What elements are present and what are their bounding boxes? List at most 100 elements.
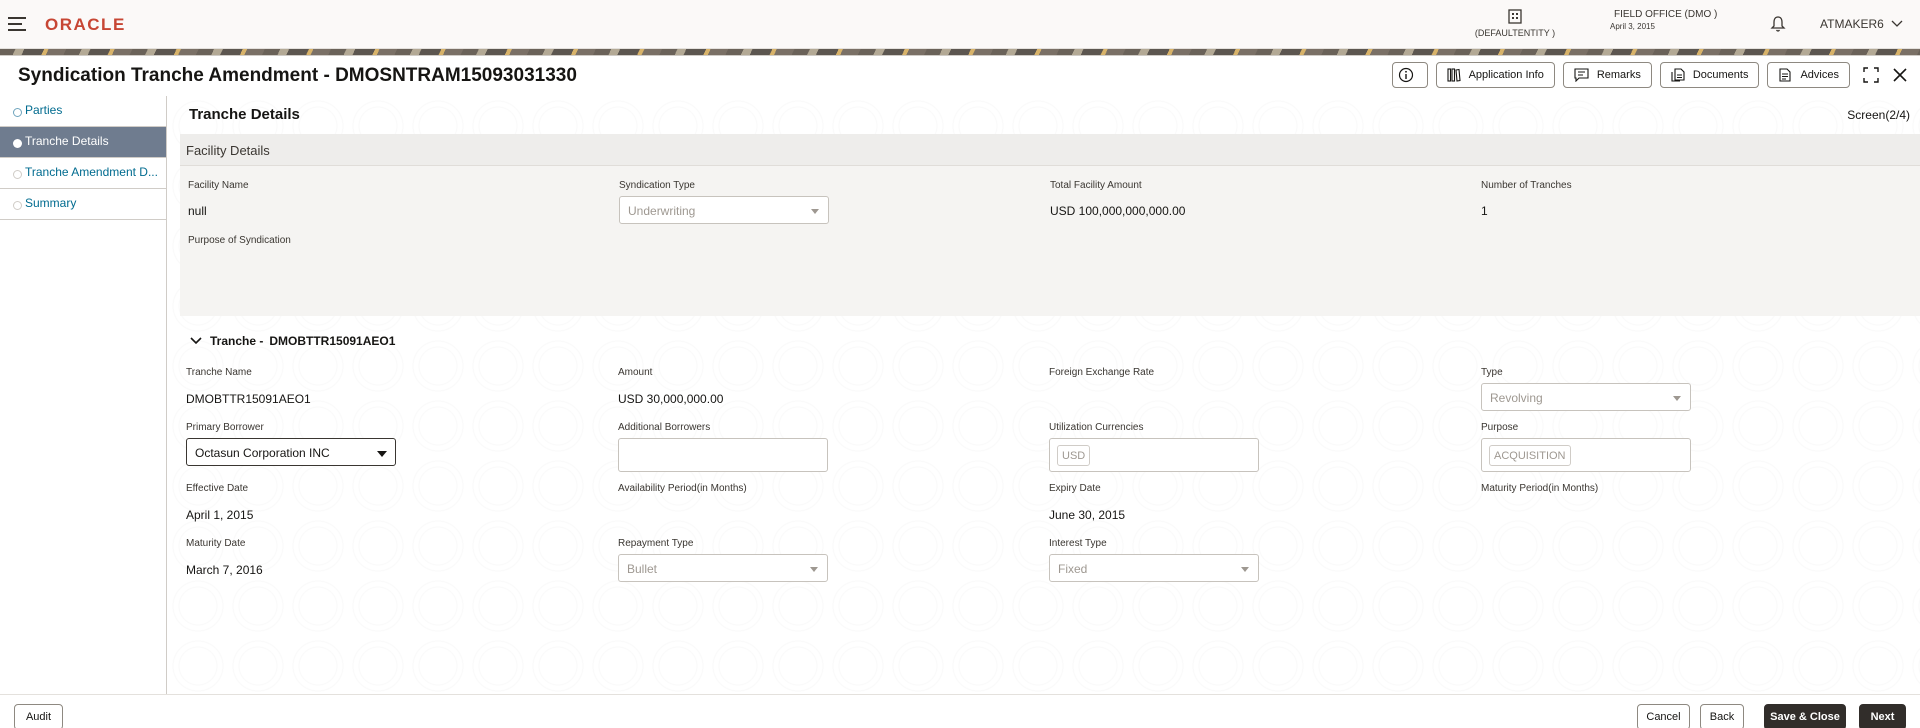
interest-type-select[interactable]: Fixed <box>1049 554 1259 582</box>
bell-icon[interactable] <box>1770 15 1786 38</box>
type-select[interactable]: Revolving <box>1481 383 1691 411</box>
footer-bar: Audit Cancel Back Save & Close Next <box>0 694 1920 728</box>
number-of-tranches-value: 1 <box>1481 204 1488 218</box>
user-name: ATMAKER6 <box>1820 17 1884 31</box>
syndication-type-value: Underwriting <box>628 204 696 218</box>
user-menu[interactable]: ATMAKER6 <box>1820 17 1903 31</box>
syndication-type-select[interactable]: Underwriting <box>619 196 829 224</box>
sidebar-item-tranche-details[interactable]: Tranche Details <box>0 127 166 158</box>
advices-button[interactable]: Advices <box>1767 62 1850 88</box>
back-button[interactable]: Back <box>1700 704 1744 728</box>
tranche-name-value: DMOBTTR15091AEO1 <box>186 392 311 406</box>
dropdown-caret-icon <box>1673 396 1681 401</box>
window-title: Syndication Tranche Amendment - DMOSNTRA… <box>18 65 577 86</box>
fx-rate-label: Foreign Exchange Rate <box>1049 367 1155 378</box>
amount-label: Amount <box>618 367 653 378</box>
remarks-button[interactable]: Remarks <box>1562 62 1652 88</box>
primary-borrower-select[interactable]: Octasun Corporation INC <box>186 438 396 466</box>
info-icon <box>1398 67 1413 83</box>
next-button[interactable]: Next <box>1859 704 1906 728</box>
maximize-icon[interactable] <box>1862 66 1880 84</box>
application-info-label: Application Info <box>1468 69 1544 81</box>
utilization-currencies-input[interactable]: USD <box>1049 438 1259 472</box>
repayment-type-select[interactable]: Bullet <box>618 554 828 582</box>
utilization-currencies-label: Utilization Currencies <box>1049 422 1144 433</box>
main-content: Tranche Details Screen(2/4) Facility Det… <box>168 96 1920 694</box>
additional-borrowers-label: Additional Borrowers <box>618 422 711 433</box>
sidebar-item-label: Tranche Amendment D... <box>25 165 158 179</box>
application-info-button[interactable]: Application Info <box>1435 62 1555 88</box>
tranche-section-header[interactable]: Tranche - DMOBTTR15091AEO1 <box>190 334 395 348</box>
interest-type-value: Fixed <box>1058 562 1088 576</box>
hamburger-menu-icon[interactable] <box>8 17 26 31</box>
total-facility-amount-value: USD 100,000,000,000.00 <box>1050 204 1186 218</box>
purpose-input[interactable]: ACQUISITION <box>1481 438 1691 472</box>
currency-chip[interactable]: USD <box>1057 445 1091 466</box>
purpose-label: Purpose <box>1481 422 1519 433</box>
repayment-type-value: Bullet <box>627 562 658 576</box>
documents-button[interactable]: Documents <box>1659 62 1760 88</box>
maturity-period-label: Maturity Period(in Months) <box>1481 483 1599 494</box>
documents-label: Documents <box>1692 69 1749 81</box>
step-pending-icon <box>13 170 22 179</box>
sidebar-item-label: Summary <box>25 196 77 210</box>
maturity-date-label: Maturity Date <box>186 538 246 549</box>
facility-details-panel: Facility Details Facility Name null Synd… <box>180 134 1920 316</box>
dropdown-caret-icon <box>377 451 387 457</box>
tranche-name-label: Tranche Name <box>186 367 252 378</box>
dropdown-caret-icon <box>810 567 818 572</box>
chevron-down-icon <box>190 337 202 345</box>
purpose-of-syndication-label: Purpose of Syndication <box>188 235 291 246</box>
close-icon[interactable] <box>1892 67 1908 83</box>
cancel-button[interactable]: Cancel <box>1637 704 1690 728</box>
dropdown-caret-icon <box>1241 567 1249 572</box>
dropdown-caret-icon <box>811 209 819 214</box>
repayment-type-label: Repayment Type <box>618 538 694 549</box>
expiry-date-label: Expiry Date <box>1049 483 1101 494</box>
effective-date-value: April 1, 2015 <box>186 508 254 522</box>
purpose-chip[interactable]: ACQUISITION <box>1489 445 1571 466</box>
facility-name-label: Facility Name <box>188 180 249 191</box>
comment-icon <box>1574 68 1589 82</box>
branch-info[interactable]: FIELD OFFICE (DMO ) April 3, 2015 <box>1610 9 1717 31</box>
type-label: Type <box>1481 367 1503 378</box>
save-close-button[interactable]: Save & Close <box>1764 704 1846 728</box>
documents-icon <box>1671 68 1685 82</box>
type-value: Revolving <box>1490 391 1543 405</box>
syndication-type-label: Syndication Type <box>619 180 695 191</box>
info-button[interactable] <box>1391 62 1428 88</box>
step-complete-icon <box>13 108 22 117</box>
step-active-icon <box>13 139 22 148</box>
step-pending-icon <box>13 201 22 210</box>
tranche-heading: Tranche - <box>210 334 264 348</box>
facility-name-value: null <box>188 204 207 218</box>
entity-selector[interactable]: (DEFAULTENTITY ) <box>1470 8 1560 38</box>
primary-borrower-value: Octasun Corporation INC <box>195 446 330 460</box>
total-facility-amount-label: Total Facility Amount <box>1050 180 1142 191</box>
availability-period-label: Availability Period(in Months) <box>618 483 747 494</box>
interest-type-label: Interest Type <box>1049 538 1107 549</box>
sidebar-item-parties[interactable]: Parties <box>0 96 166 127</box>
sidebar-item-tranche-amendment[interactable]: Tranche Amendment D... <box>0 158 166 189</box>
sidebar-item-summary[interactable]: Summary <box>0 189 166 220</box>
amount-value: USD 30,000,000.00 <box>618 392 724 406</box>
number-of-tranches-label: Number of Tranches <box>1481 180 1572 191</box>
sidebar-item-label: Tranche Details <box>25 134 109 148</box>
oracle-logo: ORACLE <box>45 15 126 34</box>
facility-details-heading: Facility Details <box>180 134 1920 166</box>
effective-date-label: Effective Date <box>186 483 249 494</box>
office-name: FIELD OFFICE (DMO ) <box>1614 9 1718 20</box>
advices-label: Advices <box>1800 69 1839 81</box>
expiry-date-value: June 30, 2015 <box>1049 508 1126 522</box>
maturity-date-value: March 7, 2016 <box>186 563 263 577</box>
advice-document-icon <box>1779 68 1792 82</box>
remarks-label: Remarks <box>1596 69 1641 81</box>
top-header: ORACLE (DEFAULTENTITY ) FIELD OFFICE (DM… <box>0 0 1920 49</box>
audit-button[interactable]: Audit <box>14 704 63 728</box>
tranche-heading-id: DMOBTTR15091AEO1 <box>269 334 396 348</box>
chevron-down-icon <box>1891 20 1903 27</box>
additional-borrowers-input[interactable] <box>618 438 828 472</box>
entity-label: (DEFAULTENTITY ) <box>1474 28 1556 38</box>
primary-borrower-label: Primary Borrower <box>186 422 264 433</box>
building-icon <box>1508 9 1522 24</box>
